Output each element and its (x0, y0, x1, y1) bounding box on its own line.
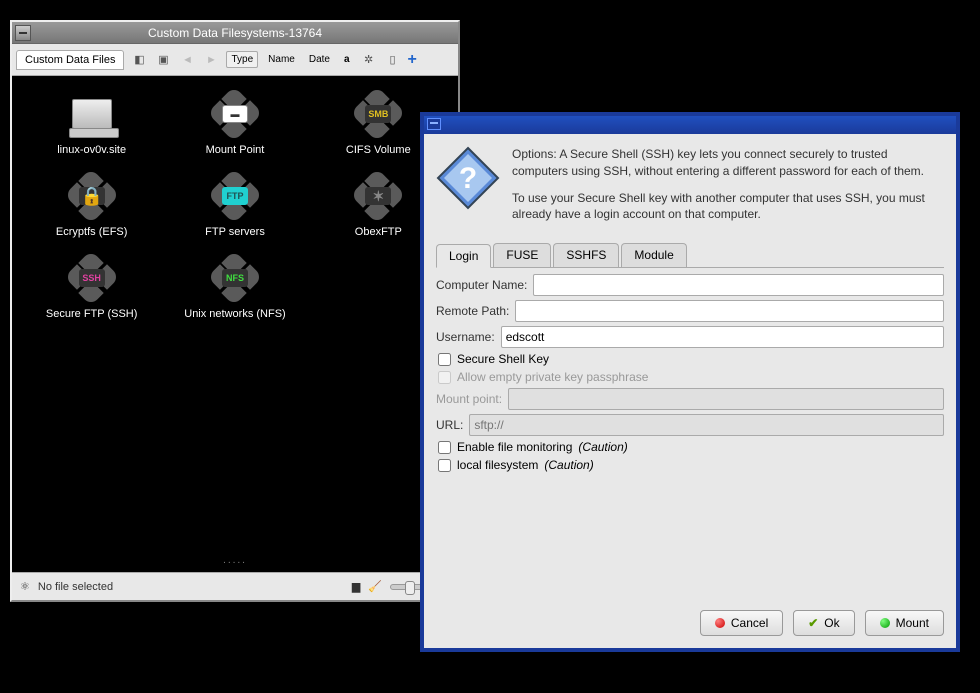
main-titlebar[interactable]: Custom Data Filesystems-13764 (12, 22, 458, 44)
remote-path-input[interactable] (515, 300, 944, 322)
sshfs-dialog: ? Options: A Secure Shell (SSH) key lets… (420, 112, 960, 652)
toolbar-type-button[interactable]: Type (226, 51, 258, 68)
ssh-key-checkbox[interactable] (438, 353, 451, 366)
toolbar-icon-2[interactable]: ▣ (154, 51, 172, 69)
fs-label: ObexFTP (355, 226, 402, 238)
url-label: URL: (436, 418, 463, 432)
fs-label: CIFS Volume (346, 144, 411, 156)
main-toolbar: Custom Data Files ◧ ▣ ◄ ► Type Name Date… (12, 44, 458, 76)
login-panel: Computer Name: Remote Path: Username: Se… (436, 267, 944, 600)
dialog-menu-icon[interactable] (427, 118, 441, 130)
computer-name-label: Computer Name: (436, 278, 527, 292)
toolbar-add-button[interactable]: + (408, 51, 417, 69)
username-input[interactable] (501, 326, 944, 348)
mount-point-label: Mount point: (436, 392, 502, 406)
fs-item-nfs[interactable]: NFS Unix networks (NFS) (165, 250, 304, 324)
caution-2: (Caution) (544, 458, 593, 472)
url-input (469, 414, 944, 436)
fs-label: Secure FTP (SSH) (46, 308, 138, 320)
username-label: Username: (436, 330, 495, 344)
fs-item-computer[interactable]: linux-ov0v.site (22, 86, 161, 160)
mount-icon: ▬ (211, 90, 259, 138)
fs-label: linux-ov0v.site (57, 144, 126, 156)
status-terminal-icon[interactable]: ▆ (352, 580, 360, 593)
window-menu-icon[interactable] (15, 25, 31, 41)
toolbar-a-button[interactable]: a (340, 52, 354, 67)
toolbar-dots-icon[interactable]: ✲ (360, 51, 378, 69)
dialog-buttons: Cancel ✔Ok Mount (436, 600, 944, 636)
ssh-key-label: Secure Shell Key (457, 352, 549, 366)
tab-sshfs[interactable]: SSHFS (553, 243, 619, 267)
allow-empty-label: Allow empty private key passphrase (457, 370, 648, 384)
cancel-button[interactable]: Cancel (700, 610, 783, 636)
dialog-info: ? Options: A Secure Shell (SSH) key lets… (436, 146, 944, 233)
fs-item-ecryptfs[interactable]: 🔒 Ecryptfs (EFS) (22, 168, 161, 242)
status-bar: ⚛ No file selected ▆ 🧹 (12, 572, 458, 600)
main-title: Custom Data Filesystems-13764 (148, 26, 322, 40)
fs-item-sftp[interactable]: SSH Secure FTP (SSH) (22, 250, 161, 324)
svg-text:?: ? (459, 162, 477, 195)
fs-item-mount[interactable]: ▬ Mount Point (165, 86, 304, 160)
toolbar-name-button[interactable]: Name (264, 52, 299, 67)
nfs-icon: NFS (211, 254, 259, 302)
ssh-icon: SSH (68, 254, 116, 302)
atom-icon: ⚛ (20, 580, 30, 593)
dialog-tabs: Login FUSE SSHFS Module (436, 243, 944, 267)
dialog-info-text: Options: A Secure Shell (SSH) key lets y… (512, 146, 944, 233)
main-window: Custom Data Filesystems-13764 Custom Dat… (10, 20, 460, 602)
local-fs-label: local filesystem (457, 458, 538, 472)
filesystem-grid: linux-ov0v.site ▬ Mount Point SMB CIFS V… (12, 76, 458, 572)
ok-button[interactable]: ✔Ok (793, 610, 854, 636)
computer-name-input[interactable] (533, 274, 944, 296)
toolbar-back-icon[interactable]: ◄ (178, 51, 196, 69)
grip-handle[interactable]: ∙∙∙∙∙ (223, 557, 247, 568)
info-p2: To use your Secure Shell key with anothe… (512, 190, 944, 224)
info-p1: Options: A Secure Shell (SSH) key lets y… (512, 146, 944, 180)
fs-item-ftp[interactable]: FTP FTP servers (165, 168, 304, 242)
tab-login[interactable]: Login (436, 244, 491, 268)
status-text: No file selected (38, 581, 113, 593)
dialog-body: ? Options: A Secure Shell (SSH) key lets… (424, 134, 956, 648)
check-icon: ✔ (808, 616, 818, 630)
fs-label: Ecryptfs (EFS) (56, 226, 128, 238)
fs-label: Mount Point (206, 144, 265, 156)
tab-custom-data[interactable]: Custom Data Files (16, 50, 124, 70)
toolbar-doc-icon[interactable]: ▯ (384, 51, 402, 69)
dialog-titlebar[interactable] (424, 116, 956, 134)
fs-label: FTP servers (205, 226, 265, 238)
enable-monitoring-label: Enable file monitoring (457, 440, 572, 454)
red-dot-icon (715, 618, 725, 628)
toolbar-date-button[interactable]: Date (305, 52, 334, 67)
ftp-icon: FTP (211, 172, 259, 220)
computer-icon (68, 90, 116, 138)
status-broom-icon[interactable]: 🧹 (368, 580, 382, 593)
toolbar-icon-1[interactable]: ◧ (130, 51, 148, 69)
lock-icon: 🔒 (68, 172, 116, 220)
mount-point-input (508, 388, 944, 410)
green-dot-icon (880, 618, 890, 628)
enable-monitoring-checkbox[interactable] (438, 441, 451, 454)
mount-button[interactable]: Mount (865, 610, 944, 636)
fs-label: Unix networks (NFS) (184, 308, 285, 320)
local-fs-checkbox[interactable] (438, 459, 451, 472)
smb-icon: SMB (354, 90, 402, 138)
caution-1: (Caution) (578, 440, 627, 454)
bluetooth-icon: ✶ (354, 172, 402, 220)
toolbar-fwd-icon[interactable]: ► (202, 51, 220, 69)
tab-module[interactable]: Module (621, 243, 686, 267)
allow-empty-checkbox (438, 371, 451, 384)
remote-path-label: Remote Path: (436, 304, 509, 318)
question-icon: ? (436, 146, 500, 210)
tab-fuse[interactable]: FUSE (493, 243, 551, 267)
